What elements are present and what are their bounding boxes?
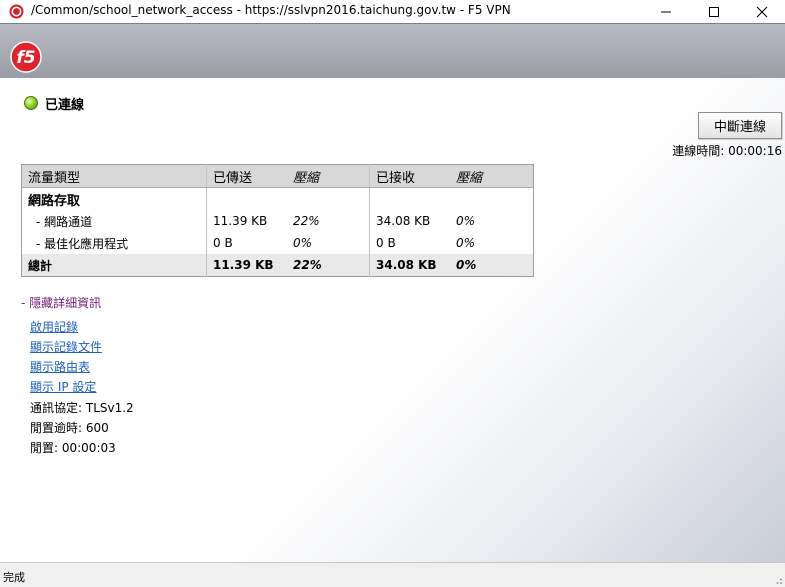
received-compression: 0% [456,236,476,250]
connection-time-label: 連線時間: [672,144,725,158]
table-row: - 網路通道 11.39 KB 22% 34.08 KB 0% [22,210,534,232]
total-received-compression: 0% [450,254,534,277]
show-route-table-link[interactable]: 顯示路由表 [30,358,90,375]
sent-compression: 22% [293,214,320,228]
connected-status-icon [24,96,38,110]
window-title: /Common/school_network_access - https://… [31,3,511,17]
protocol-info: 通訊協定: TLSv1.2 [30,401,134,415]
total-sent-compression: 22% [287,254,370,277]
row-label: - 最佳化應用程式 [36,236,129,251]
sent-value: 11.39 KB [206,210,287,232]
column-header: 壓縮 [287,164,370,188]
connection-status: 已連線 [45,98,85,113]
status-bar: 完成 [0,562,785,587]
column-header: 已接收 [369,164,450,188]
total-received: 34.08 KB [369,254,450,277]
received-value: 34.08 KB [369,210,450,232]
table-row: - 最佳化應用程式 0 B 0% 0 B 0% [22,232,534,254]
total-label: 總計 [21,254,207,277]
table-section-row: 網路存取 [22,187,534,210]
section-label: 網路存取 [28,193,81,209]
column-header: 已傳送 [206,164,287,188]
disconnect-button[interactable]: 中斷連線 [698,112,782,139]
sent-compression: 0% [293,236,313,250]
close-button[interactable] [739,0,785,23]
title-bar: /Common/school_network_access - https://… [0,0,785,23]
show-log-file-link[interactable]: 顯示記錄文件 [30,338,102,355]
svg-text:f5: f5 [16,48,35,68]
enable-logging-link[interactable]: 啟用記錄 [30,318,78,335]
resize-grip-icon[interactable] [773,575,783,585]
connection-time-value: 00:00:16 [728,144,782,158]
received-value: 0 B [369,232,450,254]
minimize-icon [661,11,671,12]
close-icon [756,6,768,17]
column-header: 流量類型 [21,164,207,188]
idle-timeout-info: 閒置逾時: 600 [30,421,109,435]
received-compression: 0% [456,214,476,228]
idle-time-info: 閒置: 00:00:03 [30,441,116,455]
traffic-table: 流量類型 已傳送 壓縮 已接收 壓縮 網路存取 - 網路通道 11.39 KB … [21,164,534,277]
sent-value: 0 B [206,232,287,254]
show-ip-settings-link[interactable]: 顯示 IP 設定 [30,378,96,395]
status-bar-text: 完成 [3,571,25,584]
table-header-row: 流量類型 已傳送 壓縮 已接收 壓縮 [21,164,534,188]
maximize-icon [709,6,719,17]
column-header: 壓縮 [450,164,534,188]
total-sent: 11.39 KB [206,254,287,277]
connection-time: 連線時間: 00:00:16 [672,142,782,159]
f5-logo-icon: f5 [10,41,42,73]
row-label: - 網路通道 [36,214,93,229]
hide-details-link[interactable]: - 隱藏詳細資訊 [21,294,101,311]
main-panel: 已連線 中斷連線 連線時間: 00:00:16 流量類型 已傳送 壓縮 已接收 … [0,78,785,562]
maximize-button[interactable] [691,0,737,23]
minimize-button[interactable] [643,0,689,23]
table-total-row: 總計 11.39 KB 22% 34.08 KB 0% [21,254,534,277]
f5-app-icon [9,4,24,19]
header-band: f5 [0,23,785,79]
